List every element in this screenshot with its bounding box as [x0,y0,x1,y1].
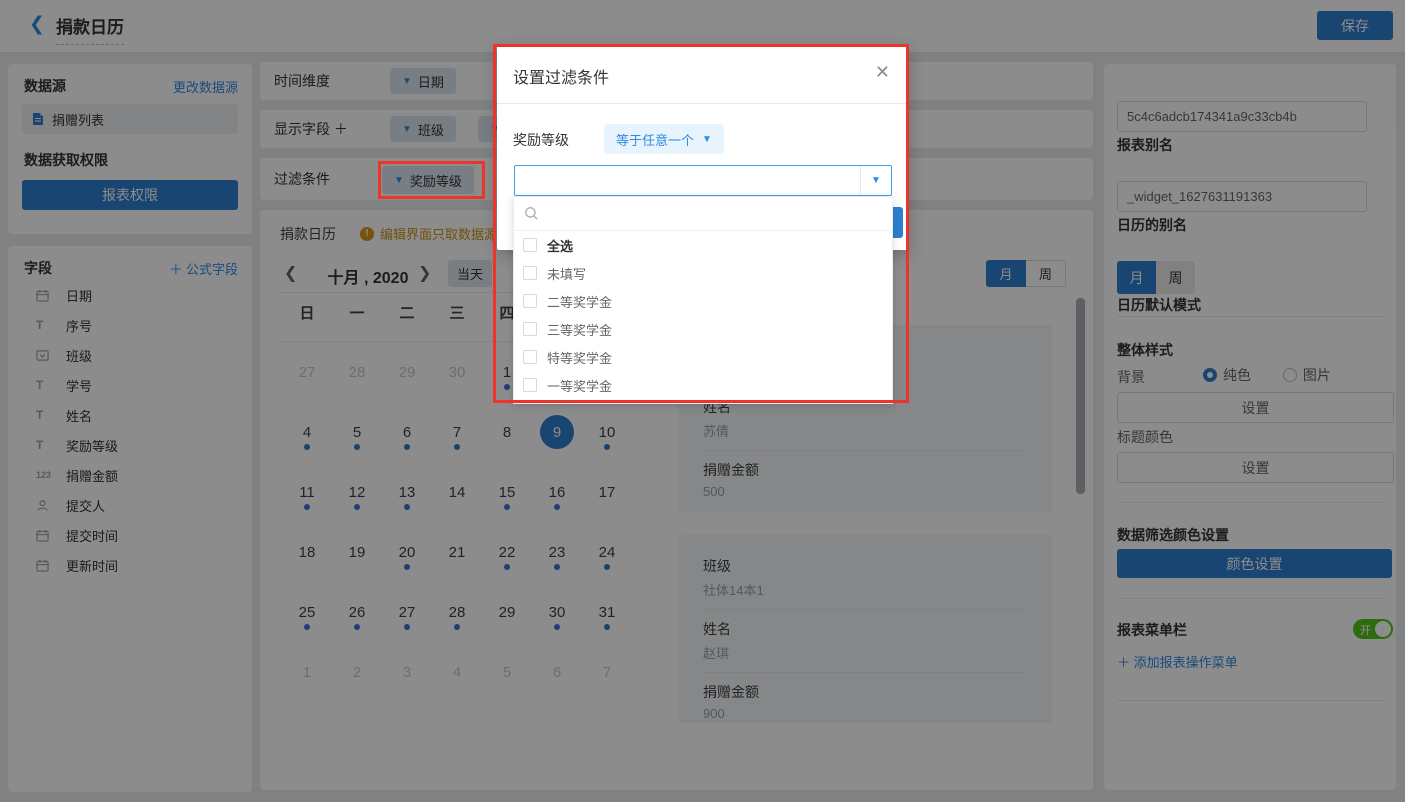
checkbox[interactable] [523,350,537,364]
operator-dropdown[interactable]: 等于任意一个▼ [604,124,724,154]
option-label: 一等奖学金 [547,376,612,395]
page: ❮ 捐款日历 保存 数据源 更改数据源 捐赠列表 数据获取权限 报表权限 字段 … [0,0,1405,802]
checkbox[interactable] [523,266,537,280]
option-label: 三等奖学金 [547,320,612,339]
filter-option-一等奖学金[interactable]: 一等奖学金 [514,371,892,399]
chevron-down-icon[interactable]: ▼ [860,166,891,195]
option-label: 二等奖学金 [547,292,612,311]
option-search-input[interactable] [547,203,892,225]
option-label: 特等奖学金 [547,348,612,367]
filter-options-dropdown: 全选未填写二等奖学金三等奖学金特等奖学金一等奖学金 [513,196,893,404]
filter-value-select[interactable]: ▼ [514,165,892,196]
option-search-row [514,197,892,231]
filter-option-三等奖学金[interactable]: 三等奖学金 [514,315,892,343]
modal-title: 设置过滤条件 [513,64,609,88]
filter-option-特等奖学金[interactable]: 特等奖学金 [514,343,892,371]
chevron-down-icon: ▼ [702,134,712,145]
search-icon [524,206,539,221]
filter-option-二等奖学金[interactable]: 二等奖学金 [514,287,892,315]
checkbox[interactable] [523,294,537,308]
close-icon[interactable]: ✕ [875,62,890,83]
filter-option-未填写[interactable]: 未填写 [514,259,892,287]
checkbox[interactable] [523,238,537,252]
filter-option-全选[interactable]: 全选 [514,231,892,259]
option-list: 全选未填写二等奖学金三等奖学金特等奖学金一等奖学金 [514,231,892,399]
option-label: 全选 [547,236,573,255]
checkbox[interactable] [523,322,537,336]
checkbox[interactable] [523,378,537,392]
option-label: 未填写 [547,264,586,283]
modal-field-label: 奖励等级 [513,130,569,150]
